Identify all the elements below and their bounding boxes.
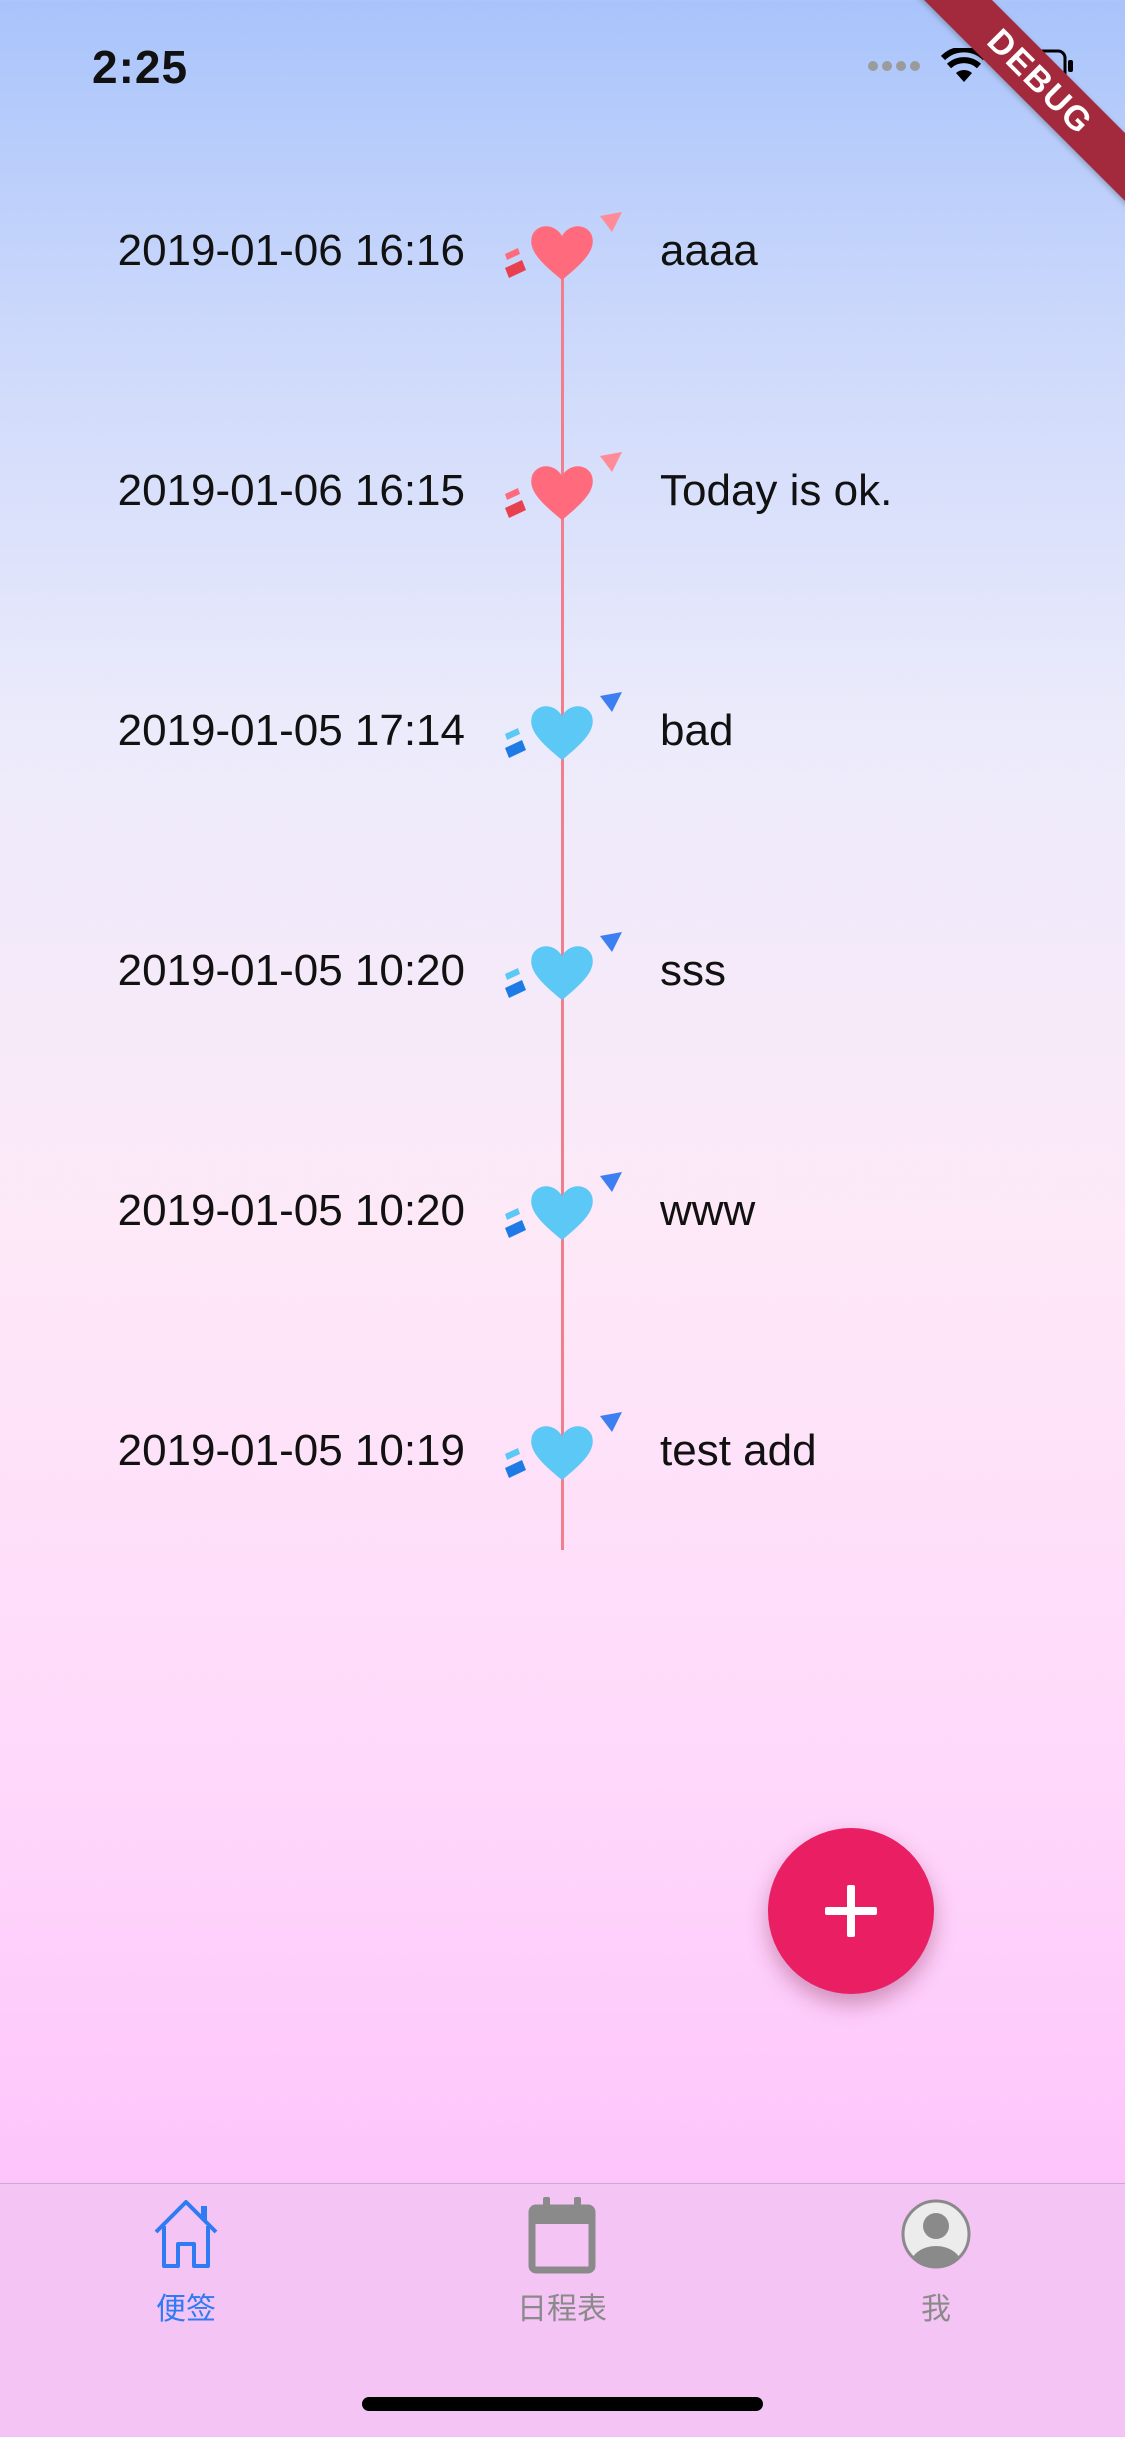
timeline-entry[interactable]: 2019-01-06 16:16 aaaa	[0, 130, 1125, 280]
heart-blue-icon	[505, 692, 622, 760]
heart-blue-icon	[505, 1172, 622, 1240]
tab-notes-label: 便签	[156, 2293, 216, 2326]
timeline-entry[interactable]: 2019-01-05 10:20 www	[0, 1090, 1125, 1240]
home-icon	[154, 2200, 218, 2268]
bottom-tab-bar: 便签 日程表 我	[0, 2183, 1125, 2437]
entry-text: sss	[660, 946, 726, 995]
tab-schedule[interactable]: 日程表	[462, 2184, 662, 2334]
timeline-entry[interactable]: 2019-01-05 10:20 sss	[0, 850, 1125, 1000]
entry-date: 2019-01-05 10:20	[117, 1186, 465, 1235]
plus-icon	[825, 1885, 877, 1937]
timeline-entry[interactable]: 2019-01-05 10:19 test add	[0, 1330, 1125, 1480]
entry-date: 2019-01-05 10:19	[117, 1426, 465, 1475]
entry-date: 2019-01-06 16:15	[117, 466, 465, 515]
status-time: 2:25	[92, 41, 189, 93]
tab-schedule-label: 日程表	[517, 2293, 607, 2326]
timeline-entry[interactable]: 2019-01-05 17:14 bad	[0, 610, 1125, 760]
entry-text: aaaa	[660, 226, 758, 275]
tab-notes[interactable]: 便签	[86, 2184, 286, 2334]
heart-red-icon	[505, 212, 622, 280]
entry-text: www	[660, 1186, 756, 1235]
entry-text: Today is ok.	[660, 466, 893, 515]
tab-me[interactable]: 我	[836, 2184, 1036, 2334]
entry-date: 2019-01-05 17:14	[117, 706, 465, 755]
signal-icon	[868, 61, 920, 71]
entry-text: bad	[660, 706, 734, 755]
status-bar: 2:25 DEBUG	[0, 0, 1125, 216]
heart-blue-icon	[505, 1412, 622, 1480]
heart-red-icon	[505, 452, 622, 520]
entry-date: 2019-01-05 10:20	[117, 946, 465, 995]
entry-date: 2019-01-06 16:16	[117, 226, 465, 275]
profile-icon	[901, 2199, 971, 2269]
calendar-icon	[528, 2197, 596, 2274]
timeline-entry[interactable]: 2019-01-06 16:15 Today is ok.	[0, 370, 1125, 520]
heart-blue-icon	[505, 932, 622, 1000]
add-note-button[interactable]	[768, 1828, 934, 1994]
home-indicator	[362, 2397, 763, 2411]
entry-text: test add	[660, 1426, 817, 1475]
tab-me-label: 我	[921, 2293, 951, 2326]
